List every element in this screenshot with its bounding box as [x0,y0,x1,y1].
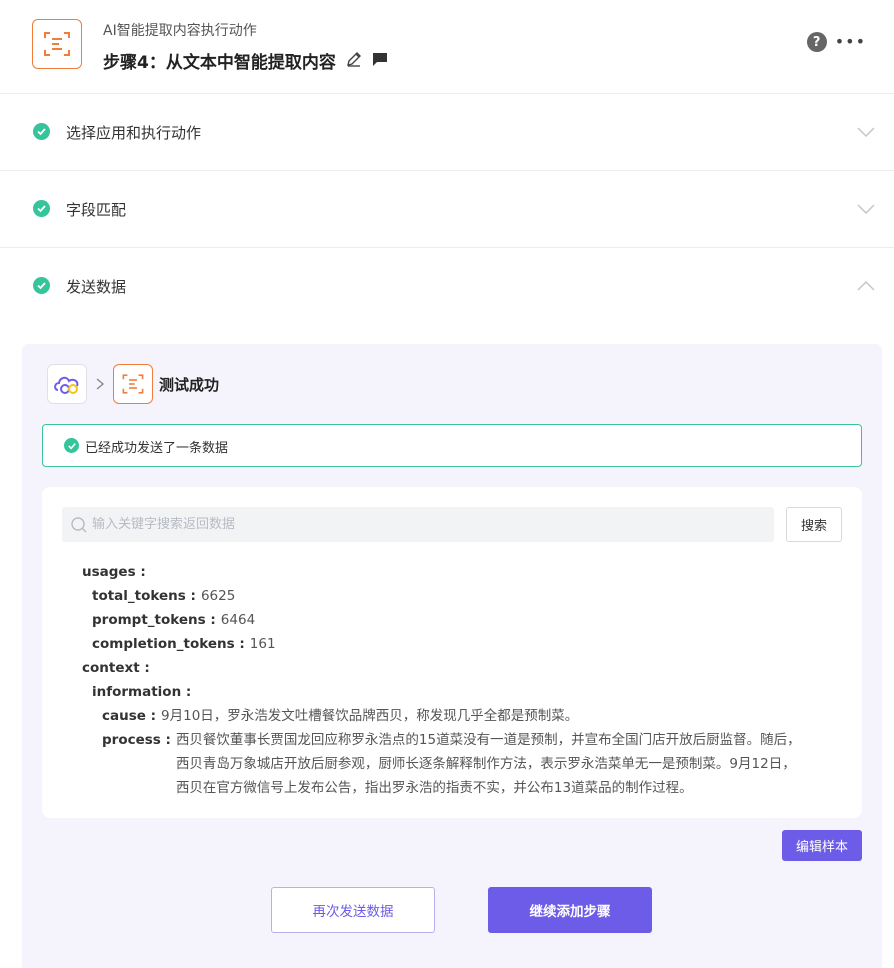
data-value: 161 [249,636,276,652]
edit-pencil-icon[interactable] [346,51,362,71]
step-header: AI智能提取内容执行动作 步骤4：从文本中智能提取内容 ? ••• [0,0,894,94]
ai-extract-icon [32,19,82,69]
data-row: information : [82,680,808,704]
continue-add-step-button[interactable]: 继续添加步骤 [488,887,652,933]
result-data-card: 搜索 usages : total_tokens : 6625 prompt_t… [42,487,862,818]
chevron-right-icon [96,378,105,390]
data-value: 6464 [220,612,256,628]
section-field-mapping[interactable]: 字段匹配 [0,171,894,248]
header-actions: ? ••• [806,32,866,52]
data-row: usages : [82,560,808,584]
search-icon [71,517,87,533]
help-icon[interactable]: ? [806,32,827,52]
check-circle-icon [64,438,79,453]
data-key: prompt_tokens [92,612,206,628]
data-row: cause : 9月10日，罗永浩发文吐槽餐饮品牌西贝，称发现几乎全都是预制菜。 [82,704,808,728]
data-key: information [92,684,182,700]
section-select-app[interactable]: 选择应用和执行动作 [0,94,894,171]
test-result-panel: 测试成功 已经成功发送了一条数据 搜索 usages : total_token… [22,344,882,968]
search-input[interactable] [92,507,762,542]
section-label: 字段匹配 [66,201,127,219]
data-row: context : [82,656,808,680]
data-key: process [102,732,161,748]
data-value: 西贝餐饮董事长贾国龙回应称罗永浩点的15道菜没有一道是预制，并宣布全国门店开放后… [175,732,801,796]
search-button[interactable]: 搜索 [786,507,842,542]
check-circle-icon [33,277,50,294]
chevron-down-icon[interactable] [856,199,876,219]
data-row: completion_tokens : 161 [82,632,808,656]
result-data-tree: usages : total_tokens : 6625 prompt_toke… [82,560,808,800]
step-title-row: 步骤4：从文本中智能提取内容 [103,48,388,73]
section-send-data[interactable]: 发送数据 [0,248,894,325]
data-value: 6625 [200,588,236,604]
ai-extract-icon [113,364,153,404]
data-key: context [82,660,140,676]
data-key: total_tokens [92,588,186,604]
data-row: total_tokens : 6625 [82,584,808,608]
check-circle-icon [33,123,50,140]
resend-data-button[interactable]: 再次发送数据 [271,887,435,933]
test-status-title: 测试成功 [159,375,220,394]
section-label: 发送数据 [66,278,127,296]
app-breadcrumb: 测试成功 [47,364,219,404]
chevron-down-icon[interactable] [856,122,876,142]
step-title: 步骤4：从文本中智能提取内容 [103,53,336,73]
data-value: 9月10日，罗永浩发文吐槽餐饮品牌西贝，称发现几乎全都是预制菜。 [161,708,579,724]
data-key: usages [82,564,136,580]
chevron-up-icon[interactable] [856,276,876,296]
search-box [62,507,774,542]
data-row: process : 西贝餐饮董事长贾国龙回应称罗永浩点的15道菜没有一道是预制，… [82,728,808,800]
data-key: completion_tokens [92,636,235,652]
check-circle-icon [33,200,50,217]
trigger-app-icon [47,364,87,404]
step-subtitle: AI智能提取内容执行动作 [103,23,257,39]
success-alert: 已经成功发送了一条数据 [42,424,862,467]
edit-sample-button[interactable]: 编辑样本 [782,830,862,861]
data-row: prompt_tokens : 6464 [82,608,808,632]
more-options-icon[interactable]: ••• [835,34,866,50]
comment-icon[interactable] [372,51,388,71]
alert-text: 已经成功发送了一条数据 [85,441,229,456]
data-key: cause [102,708,146,724]
section-label: 选择应用和执行动作 [66,124,202,142]
